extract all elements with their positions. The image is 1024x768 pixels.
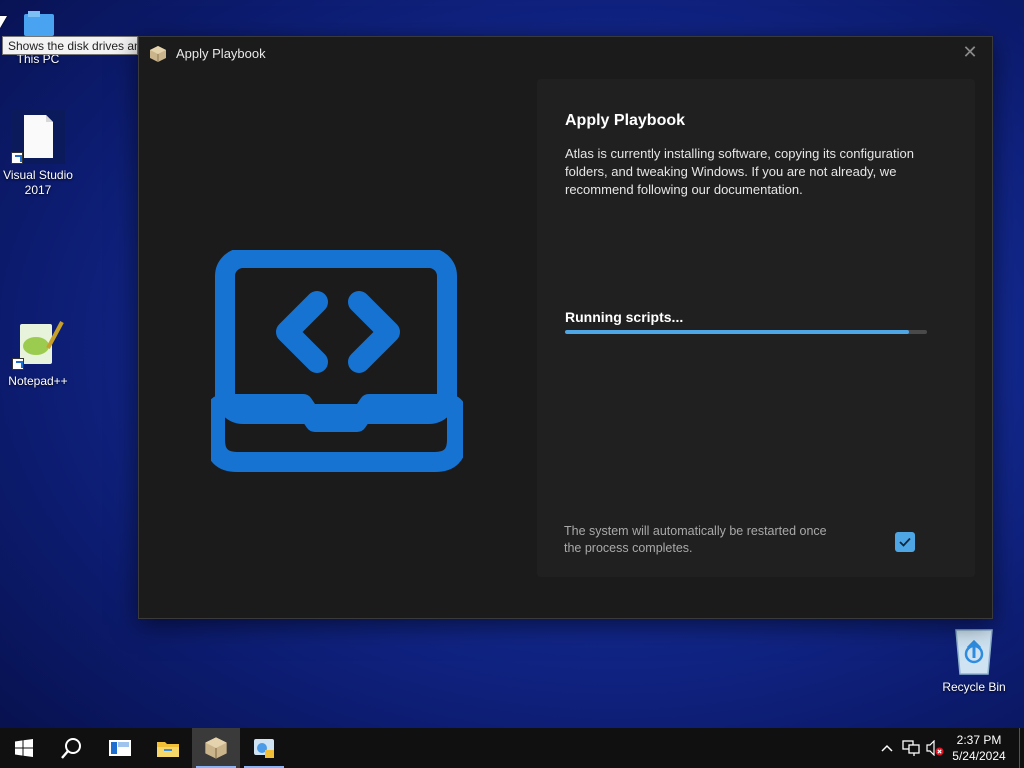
close-button[interactable]: ✕ — [948, 37, 992, 67]
show-hidden-icons-button[interactable] — [875, 728, 899, 768]
search-button[interactable] — [48, 728, 96, 768]
network-button[interactable] — [899, 728, 923, 768]
shortcut-arrow-icon — [12, 358, 24, 370]
recycle-bin-icon — [952, 626, 996, 676]
atlas-box-icon — [150, 45, 166, 62]
start-icon — [15, 739, 33, 757]
volume-muted-icon — [926, 740, 944, 756]
control-panel-icon — [254, 739, 274, 758]
clock-date: 5/24/2024 — [952, 749, 1006, 763]
desktop-icon-recycle-bin[interactable]: Recycle Bin — [936, 626, 1012, 695]
atlas-installer-icon — [205, 737, 227, 759]
show-desktop-button[interactable] — [1019, 728, 1024, 768]
illustration-pane — [139, 70, 537, 618]
task-view-button[interactable] — [96, 728, 144, 768]
mouse-cursor-icon — [0, 16, 7, 28]
desktop-icon-notepadpp[interactable]: Notepad++ — [0, 318, 76, 389]
clock-time: 2:37 PM — [956, 733, 1002, 747]
apply-playbook-window: Apply Playbook ✕ Apply Playbook Atlas is… — [138, 36, 993, 619]
file-explorer-icon — [157, 742, 179, 757]
atlas-installer-button[interactable] — [192, 728, 240, 768]
start-button[interactable] — [0, 728, 48, 768]
volume-button[interactable] — [923, 728, 947, 768]
restart-note: The system will automatically be restart… — [564, 524, 827, 555]
system-tray: 2:37 PM 5/24/2024 — [875, 728, 1024, 768]
checkmark-icon — [899, 537, 911, 547]
description-text: Atlas is currently installing software, … — [565, 146, 914, 197]
visual-studio-label: Visual Studio 2017 — [3, 168, 73, 197]
chevron-up-icon — [881, 744, 893, 752]
title-bar[interactable]: Apply Playbook ✕ — [139, 37, 992, 70]
clock[interactable]: 2:37 PM 5/24/2024 — [947, 732, 1011, 764]
notepadpp-icon — [12, 318, 64, 370]
task-view-icon — [109, 740, 131, 756]
laptop-code-icon — [211, 250, 463, 472]
recycle-bin-label: Recycle Bin — [942, 680, 1006, 694]
file-explorer-button[interactable] — [144, 728, 192, 768]
visual-studio-icon — [11, 110, 65, 164]
content-pane: Apply Playbook Atlas is currently instal… — [537, 79, 975, 577]
progress-bar-fill — [565, 330, 909, 334]
auto-restart-checkbox[interactable] — [895, 532, 915, 552]
shortcut-arrow-icon — [11, 152, 23, 164]
notepadpp-label: Notepad++ — [8, 374, 68, 388]
control-panel-button[interactable] — [240, 728, 288, 768]
search-icon — [61, 738, 81, 759]
progress-bar — [565, 330, 927, 334]
page-heading: Apply Playbook — [565, 112, 686, 129]
window-title: Apply Playbook — [176, 46, 266, 61]
tooltip: Shows the disk drives and hardware — [2, 36, 138, 55]
status-text: Running scripts... — [565, 309, 684, 325]
network-icon — [902, 740, 920, 756]
desktop-icon-visual-studio[interactable]: Visual Studio 2017 — [0, 110, 76, 198]
taskbar: 2:37 PM 5/24/2024 — [0, 728, 1024, 768]
close-icon: ✕ — [962, 41, 978, 62]
